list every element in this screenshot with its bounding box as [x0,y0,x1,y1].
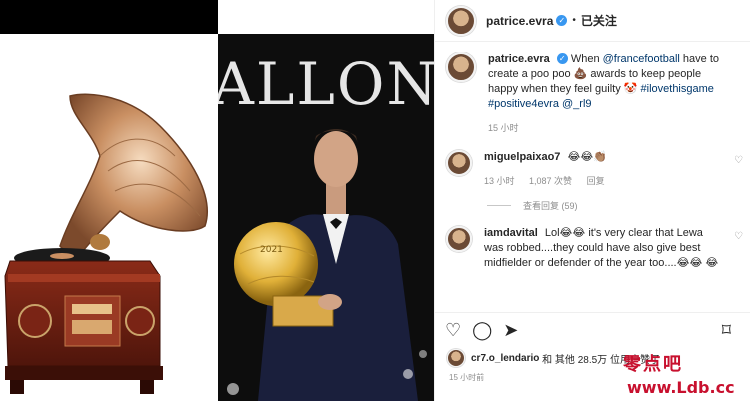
caption-text-1: When [570,53,600,65]
comment-heart-icon[interactable]: ♡ [734,231,743,242]
post-sidebar: patrice.evra ✓ • 已关注 patrice.evra ✓ When … [434,0,750,401]
watermark-url: www.Ldb.cc [627,378,735,397]
commenter-username[interactable]: iamdavital [484,227,538,239]
trophy-year: 2021 [260,245,283,255]
author-username[interactable]: patrice.evra [486,14,553,28]
post-media[interactable]: ALLON D'OR 2021 [0,0,434,401]
comment-icon[interactable]: ◯ [472,321,492,339]
ballon-dor-photo: ALLON D'OR 2021 [218,34,434,401]
comment-time: 13 小时 [484,176,515,186]
reply-button[interactable]: 回复 [587,176,605,186]
comment-item: iamdavital Lol😂😂 it's very clear that Le… [435,226,750,271]
liker-username[interactable]: cr7.o_lendario [471,353,539,364]
caption-username[interactable]: patrice.evra [488,53,550,65]
top-black-bar [0,0,218,34]
commenter-avatar[interactable] [446,226,472,252]
comment-likes[interactable]: 1,087 次赞 [529,176,572,186]
share-icon[interactable]: ➤ [503,321,518,339]
ballon-dor-scene: ALLON D'OR 2021 [218,34,434,401]
post-header: patrice.evra ✓ • 已关注 [435,0,750,42]
commenter-avatar[interactable] [446,150,472,176]
comments-section[interactable]: patrice.evra ✓ When @francefootball have … [435,52,750,310]
reply-line-divider [487,205,511,206]
hashtag-link[interactable]: #positive4evra [488,98,559,110]
follow-status-button[interactable]: 已关注 [581,12,617,29]
comment-heart-icon[interactable]: ♡ [734,155,743,166]
view-replies-button[interactable]: 查看回复 (59) [487,199,750,212]
comment-item: miguelpaixao7 😂😂👏🏽 13 小时 1,087 次赞 回复 ♡ [435,150,750,189]
author-avatar[interactable] [446,5,476,36]
phonograph-image [4,93,208,394]
mention-link[interactable]: @francefootball [603,53,680,65]
post-time: 15 小时前 [449,373,485,382]
verified-badge-icon: ✓ [556,15,568,26]
poster-letters: ALLON D'OR [218,50,434,118]
like-heart-icon[interactable]: ♡ [445,321,461,339]
caption-avatar[interactable] [446,52,476,82]
mention-link[interactable]: @_rl9 [562,98,592,110]
caption-time: 15 小时 [488,123,519,133]
commenter-username[interactable]: miguelpaixao7 [484,151,560,163]
separator-dot: • [572,15,576,26]
verified-badge-icon: ✓ [556,53,568,64]
comment-text: 😂😂👏🏽 [567,151,607,163]
action-bar: ♡ ◯ ➤ ⌑ [435,312,750,346]
caption: patrice.evra ✓ When @francefootball have … [435,52,750,136]
comment-meta: 13 小时 1,087 次赞 回复 [484,174,720,189]
liker-avatar[interactable] [447,349,465,367]
save-bookmark-icon[interactable]: ⌑ [722,321,731,339]
hashtag-link[interactable]: #ilovethisgame [641,83,714,95]
watermark-text: 零点吧 [623,354,683,375]
